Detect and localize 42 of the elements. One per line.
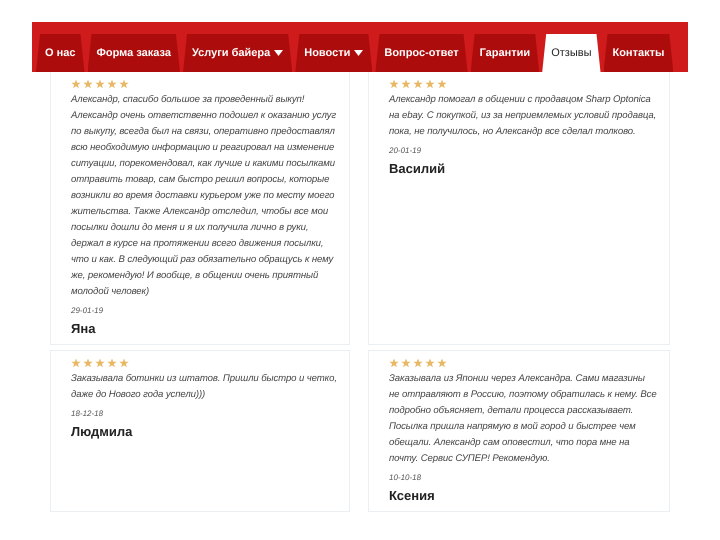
star-icon: [83, 79, 93, 89]
star-icon: [107, 79, 117, 89]
nav-tab[interactable]: Новости: [295, 34, 372, 72]
nav-tab[interactable]: Контакты: [604, 34, 674, 72]
nav-tab[interactable]: О нас: [36, 34, 84, 72]
star-icon: [119, 358, 129, 368]
review-text: Александр, спасибо большое за проведенный выкуп! Александр очень ответственно подошел к оказанию услуг по выкупу, всегда был на связи, оперативно предоставлял всю необходимую информацию и реагировал на изменение ситуации, порекомендовал, как лучше и какими посылками отправить товар, сам быстро решил вопросы, которые возникли во время доставки курьером уже по месту моего жительства. Также Александр отследил, чтобы все мои посылки дошли до меня и я их получила лично в руки, держал в курсе на протяжении всего движения посылки, что и как. В следующий раз обязательно обращусь к нему же, рекомендую! И вообще, в общении очень приятный молодой человек): [71, 93, 337, 299]
review-text: Заказывала ботинки из штатов. Пришли быстро и четко, даже до Нового года успели))): [71, 372, 337, 402]
star-icon: [389, 358, 399, 368]
caret-icon: [274, 50, 284, 56]
review-date: 20-01-19: [389, 146, 422, 155]
nav-tab[interactable]: Вопрос-ответ: [375, 34, 468, 72]
review-date: 29-01-19: [71, 306, 104, 315]
star-icon: [437, 79, 447, 89]
star-icon: [107, 358, 117, 368]
review-author: Василий: [389, 161, 446, 176]
nav-tab[interactable]: Форма заказа: [88, 34, 180, 72]
review-author: Ксения: [389, 488, 436, 503]
nav-tab[interactable]: Гарантии: [470, 34, 540, 72]
review-text: Заказывала из Японии через Александра. Сами магазины не отправляют в Россию, поэтому обратилась к нему. Все подробно объясняет, детали процесса рассказывает. Посылка пришла напрямую в мой город и быстрее чем обещали. Александр сам оповестил, что пора мне на почту. Сервис СУПЕР! Рекомендую.: [389, 372, 657, 466]
star-icon: [83, 358, 93, 368]
star-icon: [71, 358, 81, 368]
star-icon: [425, 79, 435, 89]
star-icon: [401, 358, 411, 368]
star-icon: [401, 79, 411, 89]
caret-icon: [354, 50, 364, 56]
star-icon: [119, 79, 129, 89]
review-author: Яна: [71, 321, 96, 336]
star-icon: [413, 79, 423, 89]
review-text: Александр помогал в общении с продавцом Sharp Optonica на ebay. С покупкой, из за неприемлемых условий продавца, пока, не получилось, но Александр все сделал толково.: [389, 93, 657, 139]
review-date: 18-12-18: [71, 409, 104, 418]
star-icon: [425, 358, 435, 368]
nav-tab[interactable]: Услуги байера: [183, 34, 292, 72]
star-icon: [389, 79, 399, 89]
review-author: Людмила: [71, 424, 134, 439]
star-icon: [71, 79, 81, 89]
star-icon: [95, 79, 105, 89]
nav-tab[interactable]: Отзывы: [542, 34, 600, 72]
star-icon: [413, 358, 423, 368]
star-icon: [437, 358, 447, 368]
review-date: 10-10-18: [389, 473, 422, 482]
star-icon: [95, 358, 105, 368]
